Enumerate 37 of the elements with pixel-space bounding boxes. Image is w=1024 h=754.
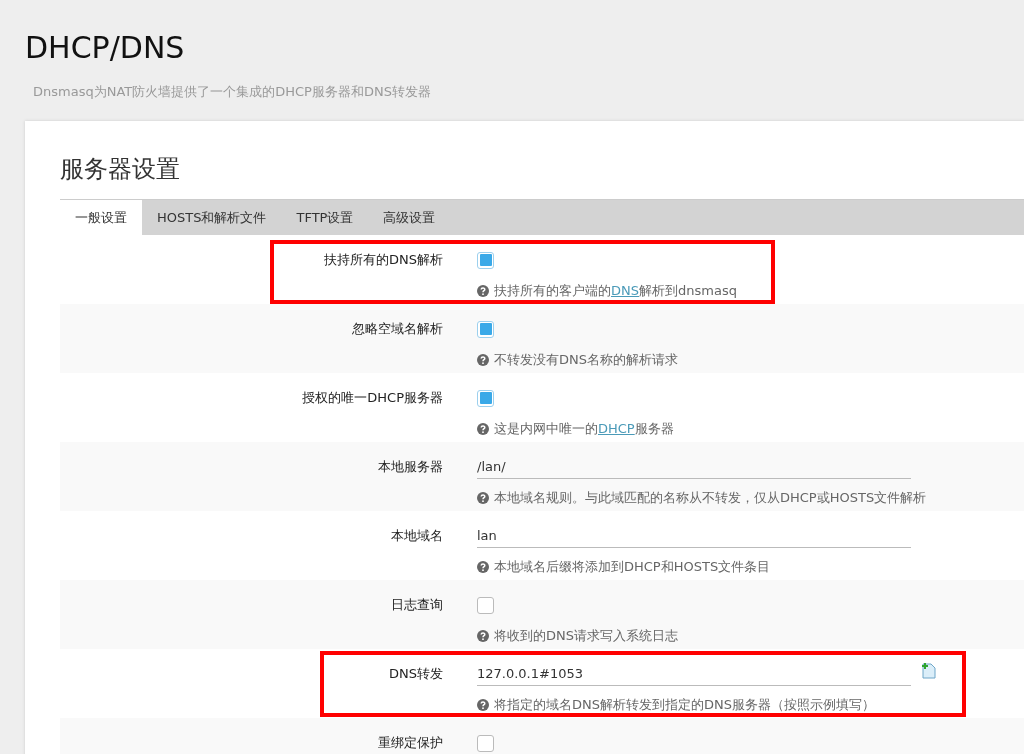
help-text: 将指定的域名DNS解析转发到指定的DNS服务器（按照示例填写）: [494, 696, 875, 714]
help-icon: [477, 630, 489, 642]
help-text: 将收到的DNS请求写入系统日志: [494, 627, 678, 645]
help-icon: [477, 354, 489, 366]
add-entry-icon[interactable]: [920, 661, 937, 679]
checkbox[interactable]: [477, 320, 494, 338]
help-text: 扶持所有的客户端的DNS解析到dnsmasq: [494, 282, 737, 300]
help-icon: [477, 285, 489, 297]
input-field[interactable]: /lan/: [477, 455, 911, 479]
help-icon: [477, 699, 489, 711]
field-label: 本地服务器: [377, 458, 443, 476]
checkbox[interactable]: [477, 251, 494, 269]
checkbox[interactable]: [477, 596, 494, 614]
help-text: 本地域名后缀将添加到DHCP和HOSTS文件条目: [494, 558, 771, 576]
tab[interactable]: TFTP设置: [281, 200, 369, 235]
help-text: 不转发没有DNS名称的解析请求: [494, 351, 678, 369]
help-text: 本地域名规则。与此域匹配的名称从不转发，仅从DHCP或HOSTS文件解析: [494, 489, 927, 507]
checkbox[interactable]: [477, 389, 494, 407]
help-icon: [477, 492, 489, 504]
field-label: 忽略空域名解析: [351, 320, 443, 338]
field-label: 授权的唯一DHCP服务器: [301, 389, 443, 407]
field-label: 扶持所有的DNS解析: [323, 251, 443, 269]
section-title: 服务器设置: [60, 154, 181, 185]
tab[interactable]: 高级设置: [368, 200, 451, 235]
help-text: 这是内网中唯一的DHCP服务器: [494, 420, 674, 438]
input-field[interactable]: lan: [477, 524, 911, 548]
checkbox[interactable]: [477, 734, 494, 752]
field-label: 重绑定保护: [377, 734, 443, 752]
help-icon: [477, 561, 489, 573]
input-field[interactable]: 127.0.0.1#1053: [477, 662, 911, 686]
field-label: 本地域名: [390, 527, 443, 545]
page-title: DHCP/DNS: [25, 29, 186, 66]
tab[interactable]: 一般设置: [60, 200, 142, 235]
field-label: 日志查询: [390, 596, 443, 614]
field-label: DNS转发: [388, 665, 443, 683]
help-icon: [477, 423, 489, 435]
tab[interactable]: HOSTS和解析文件: [142, 200, 282, 235]
